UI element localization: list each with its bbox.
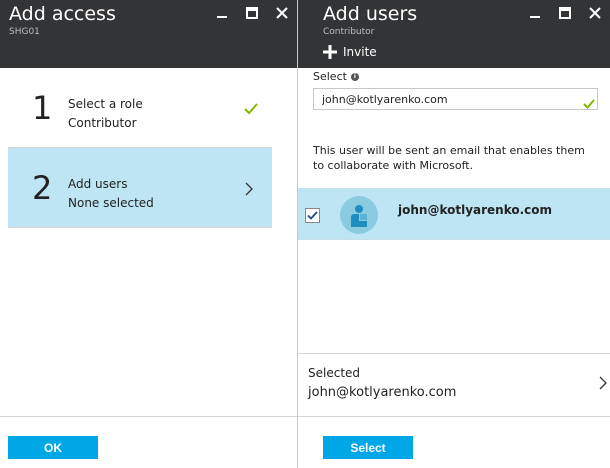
checkmark-icon [244, 100, 258, 119]
checkmark-icon [583, 94, 595, 113]
select-button[interactable]: Select [323, 436, 413, 459]
footer-divider [0, 416, 297, 417]
ok-button[interactable]: OK [8, 436, 98, 459]
selected-label: Selected [308, 366, 361, 380]
checkbox-check-icon [307, 211, 318, 220]
user-icon [351, 205, 367, 227]
step-title: Select a role [68, 97, 143, 111]
step-value: Contributor [68, 116, 137, 130]
minimize-icon [217, 16, 227, 18]
user-search-input[interactable] [313, 88, 598, 110]
selected-divider [298, 353, 610, 354]
user-avatar [340, 196, 378, 234]
chevron-right-icon [245, 181, 254, 200]
blade-header: Add access SHG01 [0, 0, 297, 68]
select-label-text: Select [313, 70, 347, 83]
maximize-button[interactable] [558, 6, 572, 20]
close-button[interactable] [275, 6, 289, 20]
close-icon [589, 7, 601, 19]
selected-user-value[interactable]: john@kotlyarenko.com [308, 385, 456, 400]
window-controls [215, 6, 289, 20]
window-controls [528, 6, 602, 20]
chevron-right-icon[interactable] [599, 375, 607, 394]
invite-label: Invite [343, 45, 377, 59]
close-button[interactable] [588, 6, 602, 20]
close-icon [276, 7, 288, 19]
blade-header: Add users Contributor Invite [298, 0, 610, 68]
step-number: 1 [32, 89, 53, 127]
footer-divider [298, 416, 610, 417]
maximize-icon [559, 7, 571, 19]
add-users-blade: Add users Contributor Invite Select i Th… [298, 0, 610, 468]
invite-button[interactable]: Invite [323, 45, 377, 59]
result-email: john@kotlyarenko.com [398, 203, 553, 217]
select-field-label: Select i [313, 70, 359, 83]
invite-info-text: This user will be sent an email that ena… [313, 144, 585, 172]
maximize-icon [246, 7, 258, 19]
minimize-button[interactable] [215, 6, 229, 20]
plus-icon [323, 45, 337, 59]
step-title: Add users [68, 177, 128, 191]
step-select-role[interactable]: 1 Select a role Contributor [8, 68, 272, 148]
result-checkbox[interactable] [305, 208, 320, 223]
search-result-row[interactable]: john@kotlyarenko.com [298, 188, 610, 240]
blade-title: Add users [323, 3, 418, 25]
step-add-users[interactable]: 2 Add users None selected [8, 148, 272, 228]
minimize-icon [530, 16, 540, 18]
add-access-blade: Add access SHG01 1 Select a role Contrib… [0, 0, 297, 468]
step-value: None selected [68, 196, 154, 210]
blade-title: Add access [9, 3, 116, 25]
blade-subtitle: Contributor [323, 27, 375, 37]
blade-subtitle: SHG01 [9, 27, 40, 37]
minimize-button[interactable] [528, 6, 542, 20]
maximize-button[interactable] [245, 6, 259, 20]
info-icon[interactable]: i [350, 72, 359, 81]
step-number: 2 [32, 169, 53, 207]
